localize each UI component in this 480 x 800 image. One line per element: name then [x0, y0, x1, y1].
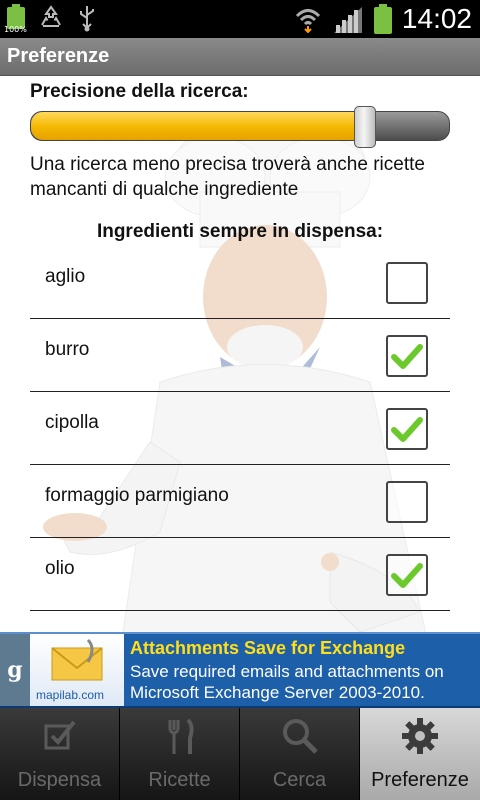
checkbox-icon — [44, 720, 76, 750]
tab-ricette[interactable]: Ricette — [120, 708, 240, 800]
tab-label: Cerca — [272, 769, 327, 791]
page-title: Preferenze — [7, 45, 110, 67]
ingredient-name: aglio — [45, 266, 86, 287]
tab-preferenze[interactable]: Preferenze — [360, 708, 480, 800]
tab-dispensa[interactable]: Dispensa — [0, 708, 120, 800]
ad-line-2: Microsoft Exchange Server 2003-2010. — [130, 683, 425, 702]
ingredient-checkbox[interactable] — [386, 481, 428, 523]
recycle-icon — [41, 5, 61, 27]
ingredient-checkbox[interactable] — [386, 262, 428, 304]
ingredient-row-formaggio-parmigiano[interactable]: formaggio parmigiano — [30, 465, 450, 538]
ad-badge: g — [0, 634, 30, 706]
slider-fill — [31, 112, 366, 140]
tab-cerca[interactable]: Cerca — [240, 708, 360, 800]
ingredient-name: olio — [45, 558, 75, 579]
ingredient-row-burro[interactable]: burro — [30, 319, 450, 392]
ingredient-checkbox[interactable] — [386, 408, 428, 450]
status-bar: 100% 14:02 — [0, 0, 480, 38]
checkmark-icon — [391, 344, 423, 369]
ingredient-checkbox[interactable] — [386, 335, 428, 377]
battery-icon — [373, 4, 392, 34]
checkmark-icon — [391, 563, 423, 588]
battery-percent-label: 100% — [4, 25, 27, 34]
pantry-label: Ingredienti sempre in dispensa: — [96, 221, 384, 242]
checkmark-icon — [391, 417, 423, 442]
envelope-icon — [51, 638, 103, 681]
tab-label: Preferenze — [371, 769, 469, 791]
tab-label: Ricette — [148, 769, 211, 791]
tab-label: Dispensa — [17, 769, 102, 791]
ingredient-name: cipolla — [45, 412, 99, 433]
battery-full-icon: 100% — [4, 4, 27, 34]
ingredient-row-aglio[interactable]: aglio — [30, 246, 450, 319]
gear-icon — [402, 718, 438, 754]
ingredient-name: formaggio parmigiano — [45, 485, 229, 506]
ad-logo-text: mapilab.com — [36, 688, 105, 702]
wifi-icon — [295, 9, 320, 33]
precision-slider[interactable] — [30, 106, 450, 148]
signal-icon — [333, 7, 362, 33]
precision-label: Precisione della ricerca: — [30, 81, 249, 102]
ingredients-list: aglio burro cipolla formaggio parmigiano… — [30, 246, 450, 611]
magnifier-icon — [283, 719, 318, 754]
ingredient-name: burro — [45, 339, 90, 360]
ad-headline: Attachments Save for Exchange — [130, 638, 406, 658]
preferences-content[interactable]: Precisione della ricerca: Una ricerca me… — [0, 76, 480, 632]
ad-banner[interactable]: g mapilab.com Attachments Save for Excha… — [0, 632, 480, 708]
bottom-tab-bar: Dispensa Ricette Cerca Preferenze — [0, 708, 480, 800]
cutlery-icon — [168, 718, 194, 754]
ad-logo: mapilab.com — [30, 634, 124, 706]
slider-thumb[interactable] — [354, 106, 377, 148]
usb-icon — [80, 6, 94, 32]
ingredient-row-olio[interactable]: olio — [30, 538, 450, 611]
ingredient-row-cipolla[interactable]: cipolla — [30, 392, 450, 465]
precision-description: Una ricerca meno precisa troverà anche r… — [30, 154, 425, 200]
ad-line-1: Save required emails and attachments on — [130, 662, 444, 681]
title-bar: Preferenze — [0, 38, 480, 76]
clock: 14:02 — [401, 3, 472, 34]
ingredient-checkbox[interactable] — [386, 554, 428, 596]
